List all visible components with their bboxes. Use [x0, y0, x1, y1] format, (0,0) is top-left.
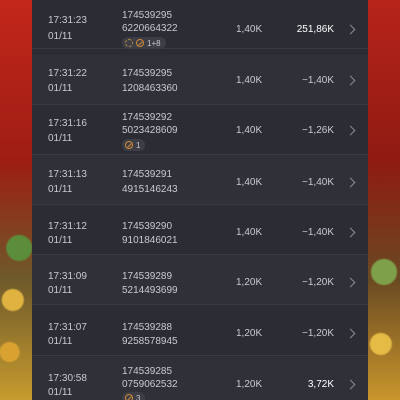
- bet-amount: 1,40K: [236, 177, 263, 188]
- history-row[interactable]: 17:31:09 01/11 174539289 5214493699 1,20…: [32, 255, 368, 305]
- round-date: 01/11: [48, 387, 73, 398]
- history-row[interactable]: 17:31:22 01/11 174539295 1208463360 1,40…: [32, 55, 368, 105]
- round-date: 01/11: [48, 184, 73, 195]
- win-amount: −1,40K: [302, 227, 334, 238]
- win-amount: 251,86K: [296, 24, 334, 35]
- bonus-icon: [136, 39, 144, 47]
- bonus-icon: [125, 394, 133, 400]
- round-time: 17:31:07: [48, 322, 87, 333]
- feature-badge: 1+8: [122, 37, 166, 49]
- round-id: 174539291: [122, 169, 173, 180]
- round-time: 17:31:23: [48, 15, 87, 26]
- history-row[interactable]: 17:30:58 01/11 174539285 0759062532 3 1,…: [32, 357, 368, 400]
- spinner-icon: [125, 39, 133, 47]
- chevron-right-icon: [345, 24, 356, 35]
- chevron-right-icon: [345, 328, 356, 339]
- history-row[interactable]: 17:31:13 01/11 174539291 4915146243 1,40…: [32, 155, 368, 205]
- bet-amount: 1,40K: [236, 125, 263, 136]
- bet-amount: 1,20K: [236, 328, 263, 339]
- badge-count: 1+8: [147, 38, 161, 48]
- bet-amount: 1,40K: [236, 24, 263, 35]
- chevron-right-icon: [345, 277, 356, 288]
- round-time: 17:31:09: [48, 271, 87, 282]
- bonus-icon: [125, 141, 133, 149]
- background-left: [0, 0, 32, 400]
- round-date: 01/11: [48, 31, 73, 42]
- transaction-id: 6220664322: [122, 23, 178, 34]
- transaction-id: 4915146243: [122, 184, 178, 195]
- chevron-right-icon: [345, 379, 356, 390]
- round-date: 01/11: [48, 235, 73, 246]
- win-amount: 3,72K: [307, 379, 334, 390]
- round-time: 17:31:13: [48, 169, 87, 180]
- round-time: 17:31:12: [48, 221, 87, 232]
- transaction-id: 5214493699: [122, 285, 178, 296]
- bet-amount: 1,20K: [236, 277, 263, 288]
- round-id: 174539295: [122, 10, 173, 21]
- round-time: 17:31:16: [48, 118, 87, 129]
- history-row[interactable]: 17:31:07 01/11 174539288 9258578945 1,20…: [32, 306, 368, 356]
- win-amount: −1,20K: [302, 277, 334, 288]
- round-date: 01/11: [48, 133, 73, 144]
- round-date: 01/11: [48, 83, 73, 94]
- badge-count: 1: [136, 140, 141, 150]
- win-amount: −1,40K: [302, 75, 334, 86]
- bet-amount: 1,40K: [236, 75, 263, 86]
- history-row[interactable]: 17:31:23 01/11 174539295 6220664322 1+8 …: [32, 0, 368, 49]
- win-amount: −1,40K: [302, 177, 334, 188]
- bet-history-panel: 17:31:23 01/11 174539295 6220664322 1+8 …: [32, 0, 368, 400]
- round-id: 174539288: [122, 322, 173, 333]
- feature-badge: 1: [122, 139, 146, 151]
- round-id: 174539295: [122, 68, 173, 79]
- win-amount: −1,26K: [302, 125, 334, 136]
- transaction-id: 5023428609: [122, 125, 178, 136]
- round-id: 174539285: [122, 366, 173, 377]
- feature-badge: 3: [122, 392, 146, 400]
- win-amount: −1,20K: [302, 328, 334, 339]
- chevron-right-icon: [345, 125, 356, 136]
- history-row[interactable]: 17:31:12 01/11 174539290 9101846021 1,40…: [32, 205, 368, 255]
- chevron-right-icon: [345, 227, 356, 238]
- round-time: 17:31:22: [48, 68, 87, 79]
- transaction-id: 9101846021: [122, 235, 178, 246]
- round-id: 174539289: [122, 271, 173, 282]
- round-id: 174539290: [122, 221, 173, 232]
- round-time: 17:30:58: [48, 373, 87, 384]
- round-date: 01/11: [48, 336, 73, 347]
- badge-count: 3: [136, 393, 141, 400]
- transaction-id: 9258578945: [122, 336, 178, 347]
- transaction-id: 1208463360: [122, 83, 178, 94]
- bet-amount: 1,20K: [236, 379, 263, 390]
- history-row[interactable]: 17:31:16 01/11 174539292 5023428609 1 1,…: [32, 105, 368, 155]
- round-date: 01/11: [48, 285, 73, 296]
- chevron-right-icon: [345, 177, 356, 188]
- round-id: 174539292: [122, 112, 173, 123]
- background-right: [368, 0, 400, 400]
- bet-amount: 1,40K: [236, 227, 263, 238]
- chevron-right-icon: [345, 75, 356, 86]
- transaction-id: 0759062532: [122, 379, 178, 390]
